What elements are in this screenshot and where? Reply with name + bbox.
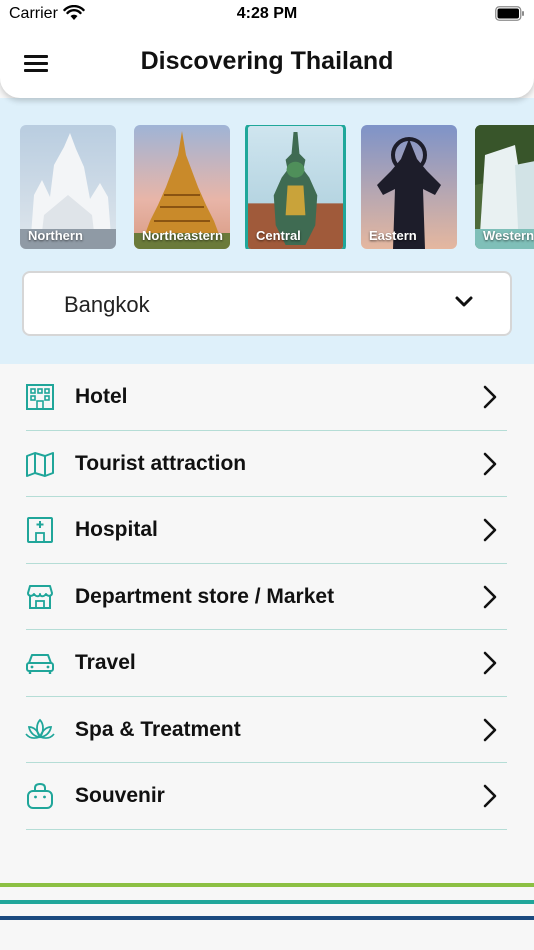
store-icon: [27, 584, 53, 609]
region-panel: Northern Northeastern Central Eastern We…: [0, 98, 534, 364]
page-title: Discovering Thailand: [140, 47, 394, 75]
chevron-down-icon: [455, 296, 473, 307]
region-label: Eastern: [369, 228, 417, 243]
footer-stripe-green: [0, 883, 534, 887]
category-label: Hotel: [75, 385, 128, 408]
battery-icon: [495, 6, 524, 21]
category-item-travel[interactable]: Travel: [0, 630, 534, 697]
lotus-icon: [25, 718, 55, 739]
category-label: Hospital: [75, 518, 158, 541]
province-value: Bangkok: [64, 292, 150, 317]
region-label: Northern: [28, 228, 83, 243]
region-card-western[interactable]: Western: [475, 125, 534, 249]
region-label: Northeastern: [142, 228, 223, 243]
region-card-northeastern[interactable]: Northeastern: [134, 125, 230, 249]
chevron-right-icon: [483, 784, 497, 808]
category-list: Hotel Tourist attraction Hospital Depart…: [0, 364, 534, 830]
car-icon: [26, 654, 54, 674]
category-item-spa[interactable]: Spa & Treatment: [0, 697, 534, 764]
chevron-right-icon: [483, 385, 497, 409]
category-label: Tourist attraction: [75, 451, 247, 475]
category-item-department-store[interactable]: Department store / Market: [0, 564, 534, 631]
region-label: Central: [256, 228, 301, 243]
region-card-northern[interactable]: Northern: [20, 125, 116, 249]
chevron-right-icon: [483, 518, 497, 542]
chevron-right-icon: [483, 585, 497, 608]
footer-stripe-teal: [0, 900, 534, 904]
category-label: Spa & Treatment: [75, 717, 241, 741]
status-time: 4:28 PM: [236, 5, 298, 22]
category-item-souvenir[interactable]: Souvenir: [0, 763, 534, 830]
region-card-eastern[interactable]: Eastern: [361, 125, 457, 249]
category-label: Travel: [75, 651, 136, 674]
category-item-tourist-attraction[interactable]: Tourist attraction: [0, 431, 534, 498]
hotel-icon: [26, 384, 54, 410]
chevron-right-icon: [483, 651, 497, 675]
category-item-hotel[interactable]: Hotel: [0, 364, 534, 431]
category-label: Souvenir: [75, 784, 165, 807]
bag-icon: [27, 782, 53, 809]
chevron-right-icon: [483, 718, 497, 741]
chevron-right-icon: [483, 452, 497, 475]
footer-stripe-navy: [0, 916, 534, 920]
province-dropdown[interactable]: Bangkok: [22, 271, 512, 336]
category-item-hospital[interactable]: Hospital: [0, 497, 534, 564]
app-header: Discovering Thailand: [0, 28, 534, 98]
map-icon: [26, 451, 54, 477]
region-label: Western: [483, 228, 534, 243]
category-label: Department store / Market: [75, 584, 335, 608]
region-carousel[interactable]: Northern Northeastern Central Eastern We…: [0, 125, 534, 249]
status-bar: Carrier 4:28 PM: [0, 0, 534, 28]
hospital-icon: [27, 517, 53, 543]
region-card-central[interactable]: Central: [245, 125, 346, 249]
